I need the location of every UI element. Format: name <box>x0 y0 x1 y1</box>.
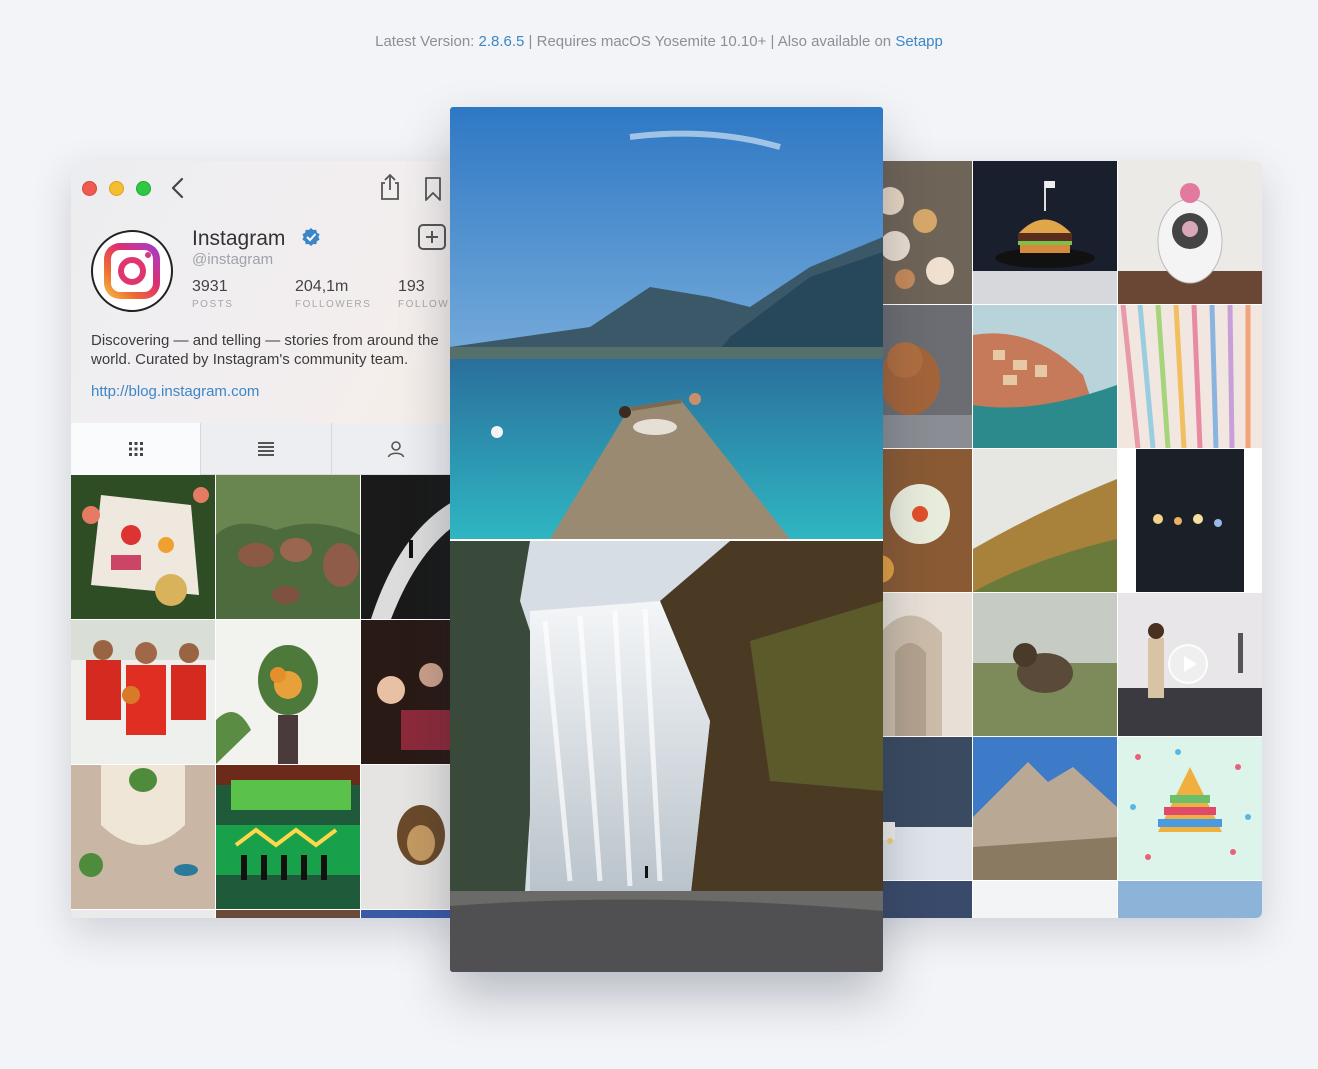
profile-photo-grid <box>71 475 461 918</box>
photo-thumbnail[interactable] <box>71 475 215 619</box>
photo-thumbnail[interactable] <box>1118 737 1262 880</box>
photo-thumbnail[interactable] <box>361 620 461 764</box>
stat-following[interactable]: 193 FOLLOW <box>398 278 449 310</box>
tab-list[interactable] <box>201 423 332 475</box>
featured-photo-waterfall[interactable] <box>450 541 883 972</box>
photo-thumbnail[interactable] <box>216 620 360 764</box>
instagram-logo-icon <box>104 243 160 299</box>
featured-photos-panel <box>450 107 883 972</box>
photo-thumbnail[interactable] <box>973 449 1117 592</box>
photo-thumbnail[interactable] <box>216 910 360 918</box>
tab-grid[interactable] <box>71 423 202 475</box>
photo-thumbnail[interactable] <box>361 475 461 619</box>
photo-thumbnail[interactable] <box>973 737 1117 880</box>
back-chevron-icon[interactable] <box>168 175 188 201</box>
stat-posts: 3931 POSTS <box>192 278 233 310</box>
tab-tagged[interactable] <box>331 423 461 475</box>
stat-value: 204,1m <box>295 278 349 295</box>
photo-thumbnail[interactable] <box>216 475 360 619</box>
requirements-text: | Requires macOS Yosemite 10.10+ | Also … <box>524 33 896 50</box>
featured-photo-lake[interactable] <box>450 107 883 539</box>
photo-thumbnail[interactable] <box>361 910 461 918</box>
list-view-icon <box>257 441 274 456</box>
photo-thumbnail[interactable] <box>71 910 215 918</box>
photo-thumbnail[interactable] <box>973 593 1117 736</box>
stat-label: FOLLOW <box>398 299 450 310</box>
explore-photo-grid <box>850 161 1262 918</box>
photo-grid-window <box>850 161 1262 918</box>
stat-label: POSTS <box>192 299 234 310</box>
version-prefix: Latest Version: <box>375 33 479 50</box>
profile-handle: @instagram <box>192 251 274 268</box>
profile-bio: Discovering — and telling — stories from… <box>91 332 439 368</box>
verified-badge-icon <box>302 228 320 246</box>
photo-thumbnail[interactable] <box>1118 881 1262 918</box>
add-post-icon[interactable] <box>418 224 446 250</box>
profile-view-tabs <box>71 423 461 475</box>
profile-window: Instagram @instagram 3931 POSTS 204,1m F… <box>71 161 461 918</box>
photo-thumbnail[interactable] <box>1118 449 1262 592</box>
stat-label: FOLLOWERS <box>295 299 372 310</box>
version-info: Latest Version: 2.8.6.5 | Requires macOS… <box>0 33 1318 50</box>
stat-value: 3931 <box>192 278 228 295</box>
version-link[interactable]: 2.8.6.5 <box>479 33 525 50</box>
photo-thumbnail[interactable] <box>216 765 360 909</box>
stat-followers[interactable]: 204,1m FOLLOWERS <box>295 278 371 310</box>
tagged-user-icon <box>388 440 405 457</box>
photo-thumbnail[interactable] <box>973 305 1117 448</box>
close-window-button[interactable] <box>82 181 97 196</box>
stat-value: 193 <box>398 278 425 295</box>
profile-header: Instagram @instagram 3931 POSTS 204,1m F… <box>71 161 461 423</box>
photo-thumbnail[interactable] <box>361 765 461 909</box>
photo-thumbnail[interactable] <box>1118 161 1262 304</box>
profile-website-link[interactable]: http://blog.instagram.com <box>91 383 259 400</box>
setapp-link[interactable]: Setapp <box>895 33 943 50</box>
photo-thumbnail[interactable] <box>71 620 215 764</box>
play-icon[interactable] <box>1168 644 1208 684</box>
photo-thumbnail[interactable] <box>71 765 215 909</box>
photo-thumbnail[interactable] <box>973 881 1117 918</box>
minimize-window-button[interactable] <box>109 181 124 196</box>
profile-avatar[interactable] <box>91 230 173 312</box>
share-icon[interactable] <box>378 173 402 201</box>
photo-thumbnail[interactable] <box>973 161 1117 304</box>
zoom-window-button[interactable] <box>136 181 151 196</box>
bookmark-icon[interactable] <box>421 176 445 202</box>
photo-thumbnail[interactable] <box>1118 305 1262 448</box>
profile-name: Instagram <box>192 227 286 250</box>
grid-view-icon <box>128 442 143 456</box>
